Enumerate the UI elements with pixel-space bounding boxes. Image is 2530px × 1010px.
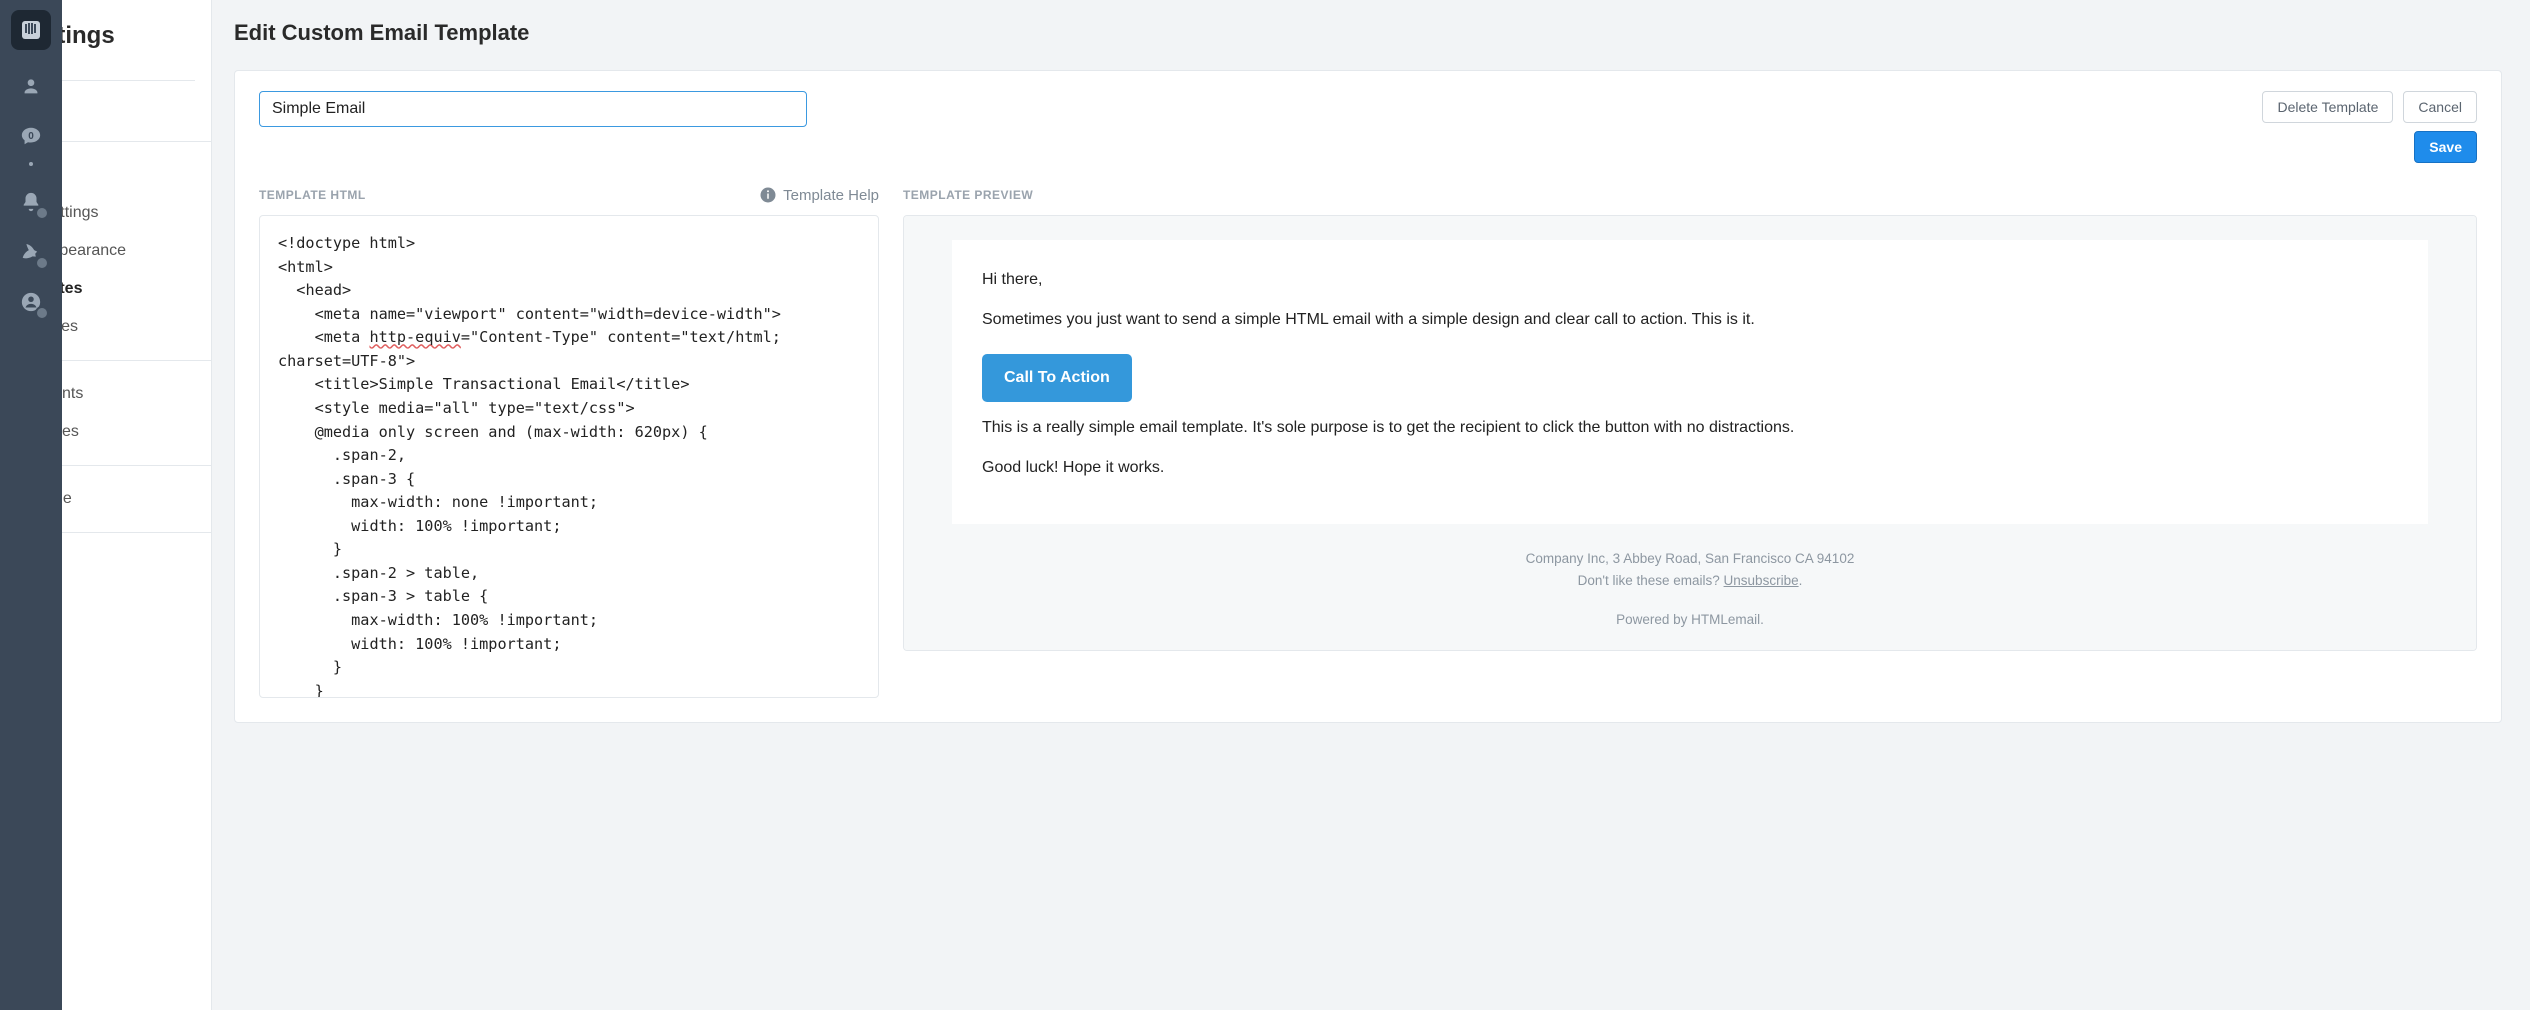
footer-address: Company Inc, 3 Abbey Road, San Francisco… [952, 548, 2428, 570]
plus-badge-icon [35, 256, 49, 270]
sidebar-item[interactable]: es [62, 89, 211, 127]
email-cta-button[interactable]: Call To Action [982, 354, 1132, 402]
sidebar-item[interactable]: g [62, 156, 211, 194]
people-icon [20, 75, 42, 97]
template-preview-label: TEMPLATE PREVIEW [903, 188, 1033, 202]
email-body: Hi there, Sometimes you just want to sen… [952, 240, 2428, 524]
email-paragraph: Good luck! Hope it works. [982, 456, 2398, 480]
top-row: Delete Template Cancel Save [259, 91, 2477, 163]
email-greeting: Hi there, [982, 268, 2398, 292]
sidebar-title: Settings [62, 22, 211, 72]
template-name-input[interactable] [259, 91, 807, 127]
divider [62, 465, 211, 466]
rail-outbound-icon[interactable] [17, 188, 45, 216]
footer-unsub-text: Don't like these emails? [1578, 573, 1724, 588]
template-html-editor[interactable]: <!doctype html> <html> <head> <meta name… [259, 215, 879, 698]
plus-badge-icon [35, 306, 49, 320]
sidebar-item[interactable]: er Appearance [62, 232, 211, 270]
rail-messages-icon[interactable]: 0 [17, 122, 45, 150]
divider [62, 141, 211, 142]
plus-badge-icon [35, 206, 49, 220]
email-footer: Company Inc, 3 Abbey Road, San Francisco… [904, 548, 2476, 631]
sidebar-item[interactable]: ttributes [62, 413, 211, 451]
sidebar-item[interactable]: dresses [62, 308, 211, 346]
intercom-logo-icon [19, 18, 43, 42]
info-icon [759, 186, 777, 204]
template-help-link[interactable]: Template Help [759, 186, 879, 204]
save-button[interactable]: Save [2414, 131, 2477, 163]
email-paragraph: This is a really simple email template. … [982, 416, 2398, 440]
sidebar-item-templates[interactable]: mplates [62, 270, 211, 308]
main-content: Edit Custom Email Template Delete Templa… [212, 0, 2530, 1010]
template-html-label: TEMPLATE HTML [259, 188, 366, 202]
powered-by: Powered by HTMLemail. [952, 609, 2428, 631]
message-count-badge: 0 [28, 131, 34, 142]
app-logo[interactable] [11, 10, 51, 50]
divider [62, 532, 211, 533]
rail-profile-icon[interactable] [17, 288, 45, 316]
icon-rail: 0 [0, 0, 62, 1010]
rail-separator-dot [29, 162, 33, 166]
page-title: Edit Custom Email Template [234, 20, 2502, 46]
divider [62, 80, 195, 81]
editor-card: Delete Template Cancel Save TEMPLATE HTM… [234, 70, 2502, 723]
rail-launch-icon[interactable] [17, 238, 45, 266]
sidebar-item[interactable]: er Settings [62, 194, 211, 232]
divider [62, 360, 211, 361]
unsubscribe-link[interactable]: Unsubscribe [1724, 573, 1799, 588]
sidebar-item[interactable]: egments [62, 375, 211, 413]
rail-people-icon[interactable] [17, 72, 45, 100]
help-link-text: Template Help [783, 187, 879, 204]
email-paragraph: Sometimes you just want to send a simple… [982, 308, 2398, 332]
cancel-button[interactable]: Cancel [2403, 91, 2477, 123]
settings-sidebar: Settings es g er Settings er Appearance … [62, 0, 212, 1010]
delete-template-button[interactable]: Delete Template [2262, 91, 2393, 123]
template-preview: Hi there, Sometimes you just want to sen… [903, 215, 2477, 651]
sidebar-item[interactable]: People [62, 480, 211, 518]
